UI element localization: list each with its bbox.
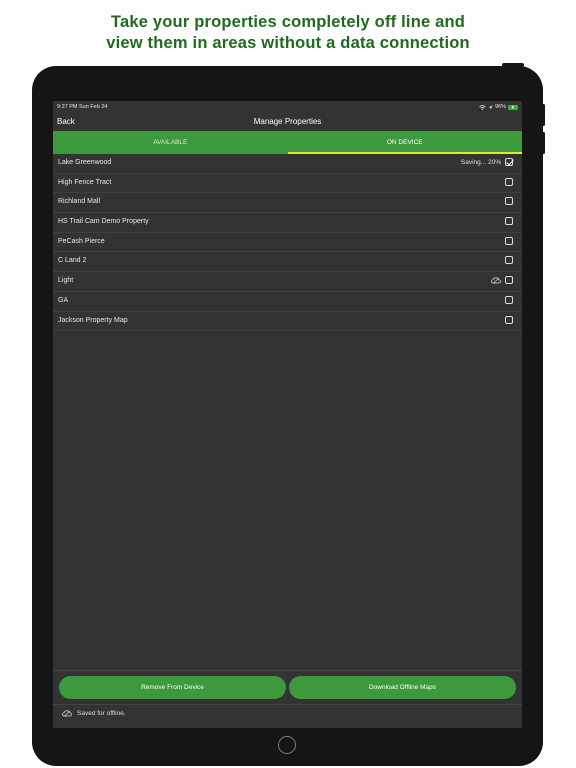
tablet-top-button <box>502 63 524 67</box>
cloud-saved-icon <box>62 710 72 717</box>
row-controls <box>505 217 513 226</box>
checkbox[interactable] <box>505 256 513 265</box>
property-name: Light <box>58 277 74 285</box>
list-item[interactable]: Lake Greenwood Saving... 20% <box>53 154 522 174</box>
wifi-icon <box>479 104 486 110</box>
property-name: HS Trail Cam Demo Property <box>58 218 149 226</box>
headline-line-1: Take your properties completely off line… <box>110 13 466 31</box>
row-controls <box>505 256 513 265</box>
checkbox[interactable] <box>505 276 513 285</box>
checkbox[interactable] <box>505 158 513 166</box>
property-list: Lake Greenwood Saving... 20% High Fence … <box>53 154 522 332</box>
list-item[interactable]: Jackson Property Map <box>53 312 522 332</box>
row-controls <box>505 197 513 206</box>
location-arrow-icon <box>488 105 493 109</box>
home-button[interactable] <box>278 736 296 754</box>
checkbox[interactable] <box>505 315 513 324</box>
row-controls <box>505 236 513 245</box>
list-item[interactable]: GA <box>53 292 522 312</box>
checkbox[interactable] <box>505 217 513 226</box>
checkbox[interactable] <box>505 177 513 186</box>
page-title: Manage Properties <box>253 117 322 126</box>
property-name: Jackson Property Map <box>58 316 128 324</box>
property-name: C Land 2 <box>58 257 87 265</box>
list-item[interactable]: HS Trail Cam Demo Property <box>53 213 522 233</box>
checkbox[interactable] <box>505 295 513 304</box>
list-item[interactable]: High Fence Tract <box>53 174 522 194</box>
nav-bar: Back Manage Properties <box>53 113 522 131</box>
row-controls <box>505 177 513 186</box>
tab-on-device[interactable]: ON DEVICE <box>287 131 523 154</box>
promo-headline: Take your properties completely off line… <box>0 12 576 54</box>
headline-line-2: view them in areas without a data connec… <box>106 34 470 52</box>
remove-from-device-button[interactable]: Remove From Device <box>59 676 286 699</box>
row-controls <box>505 315 513 324</box>
list-item[interactable]: Richland Mall <box>53 193 522 214</box>
legend: Saved for offline. <box>62 710 126 717</box>
legend-text: Saved for offline. <box>77 710 126 717</box>
property-name: Richland Mall <box>58 198 101 206</box>
battery-icon: ▮ <box>508 104 518 110</box>
saving-status: Saving... 20% <box>460 158 501 166</box>
download-offline-maps-button[interactable]: Download Offline Maps <box>289 676 516 699</box>
status-indicators: 96% ▮ <box>479 104 518 110</box>
status-time: 9:27 PM Sun Feb 24 <box>57 104 108 110</box>
footer-divider <box>53 670 522 671</box>
property-name: GA <box>58 296 69 304</box>
tablet-volume-up <box>542 104 545 126</box>
checkbox[interactable] <box>505 236 513 245</box>
tablet-volume-down <box>542 132 545 154</box>
checkbox[interactable] <box>505 197 513 206</box>
legend-divider <box>53 704 522 705</box>
row-controls: Saving... 20% <box>461 158 513 166</box>
row-controls <box>491 276 513 285</box>
row-controls <box>505 295 513 304</box>
action-buttons: Remove From Device Download Offline Maps <box>59 676 516 699</box>
property-name: PeCash Pierce <box>58 237 105 245</box>
app-screen: 9:27 PM Sun Feb 24 96% ▮ Back Manage Pro… <box>53 101 522 728</box>
status-bar: 9:27 PM Sun Feb 24 96% ▮ <box>53 101 522 113</box>
battery-percent: 96% <box>494 104 506 110</box>
list-item[interactable]: Light <box>53 272 522 292</box>
cloud-saved-icon <box>491 277 501 284</box>
property-name: Lake Greenwood <box>58 159 112 166</box>
property-name: High Fence Tract <box>58 178 112 186</box>
segment-tabs: AVAILABLE ON DEVICE <box>53 131 522 154</box>
list-item[interactable]: PeCash Pierce <box>53 233 522 253</box>
tab-available[interactable]: AVAILABLE <box>53 131 288 154</box>
list-item[interactable]: C Land 2 <box>53 252 522 273</box>
